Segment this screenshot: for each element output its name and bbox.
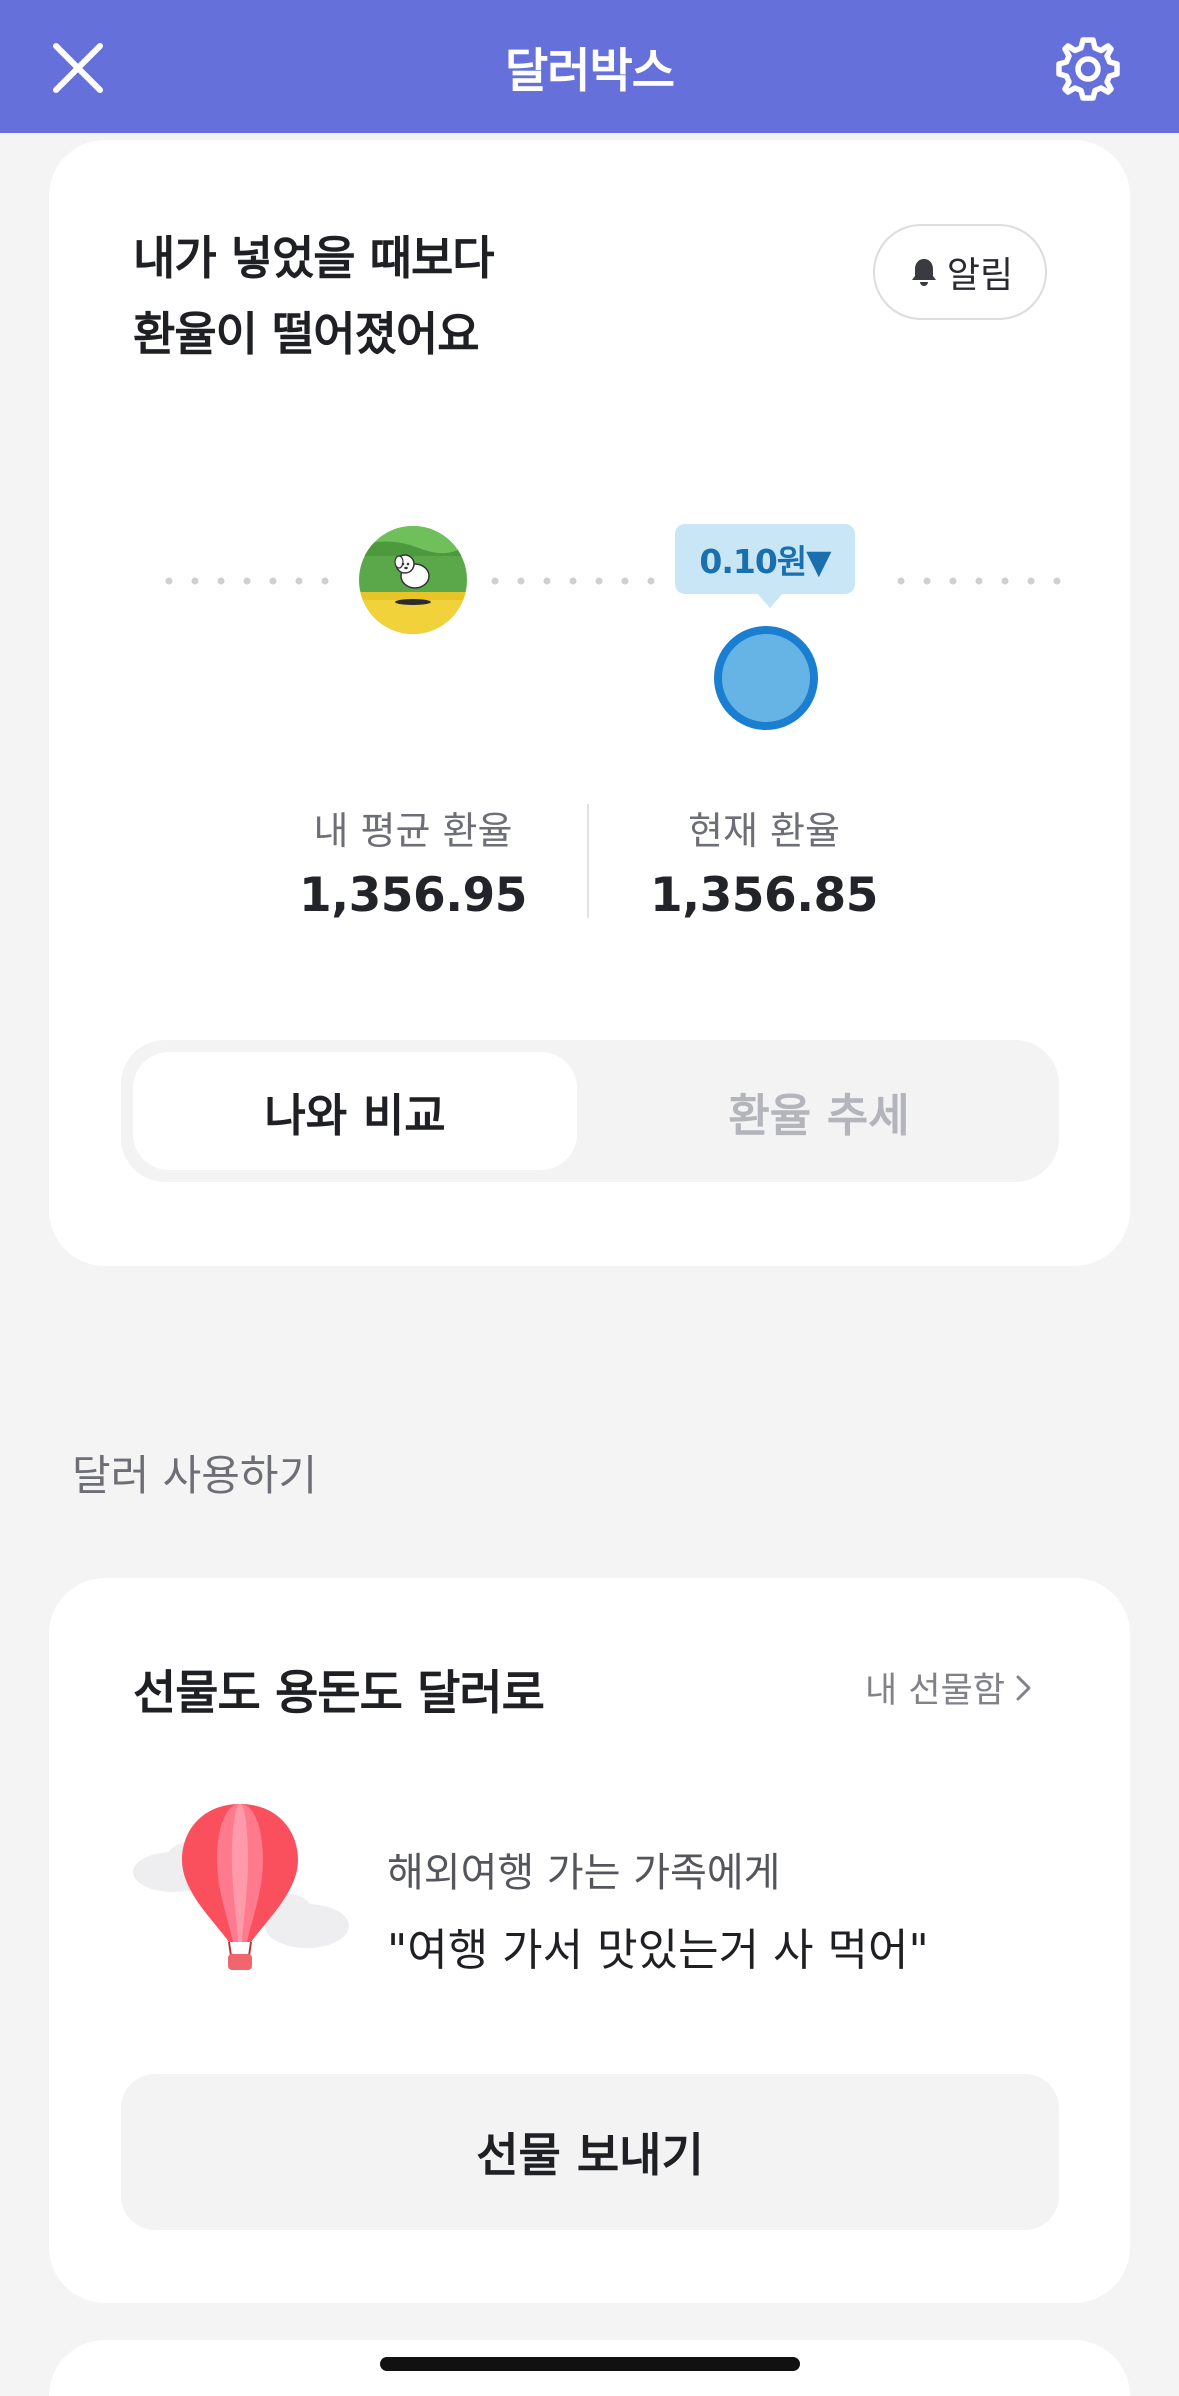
current-rate: 현재 환율 1,356.85 [604, 800, 924, 923]
gift-card: 선물도 용돈도 달러로 내 선물함 해외여행 가는 가족에게 "여행 가서 맛있… [49, 1578, 1130, 2303]
app-header: 달러박스 [0, 0, 1179, 133]
gift-desc-line-2: "여행 가서 맛있는거 사 먹어" [387, 1925, 929, 1976]
gear-icon[interactable] [1053, 34, 1123, 104]
bell-icon [911, 259, 936, 286]
gift-title: 선물도 용돈도 달러로 [133, 1666, 545, 1721]
my-gift-box-link[interactable]: 내 선물함 [865, 1662, 1035, 1713]
timeline-dots [165, 577, 1061, 585]
headline-line-2: 환율이 떨어졌어요 [133, 307, 480, 361]
rate-diff-badge: 0.10원▼ [675, 524, 855, 594]
my-avg-label: 내 평균 환율 [313, 809, 513, 853]
section-title: 달러 사용하기 [72, 1451, 318, 1500]
badge-tail [756, 592, 784, 608]
current-rate-value: 1,356.85 [650, 868, 878, 923]
page-title: 달러박스 [505, 44, 675, 99]
my-avg-value: 1,356.95 [299, 868, 527, 923]
alarm-label: 알림 [946, 255, 1014, 296]
exchange-rate-card: 내가 넣었을 때보다 환율이 떨어졌어요 알림 0.10원▼ 내 평균 환율 1… [49, 140, 1130, 1266]
gift-desc-line-1: 해외여행 가는 가족에게 [387, 1850, 781, 1896]
avatar-dog [359, 526, 467, 634]
headline-line-1: 내가 넣었을 때보다 [133, 231, 495, 285]
close-icon[interactable] [48, 38, 108, 98]
gift-link-label: 내 선물함 [865, 1671, 1005, 1711]
current-rate-label: 현재 환율 [688, 809, 840, 853]
segment-control: 나와 비교 환율 추세 [121, 1040, 1059, 1182]
my-avg-rate: 내 평균 환율 1,356.95 [253, 800, 573, 923]
send-gift-button[interactable]: 선물 보내기 [121, 2074, 1059, 2230]
current-rate-marker [714, 626, 818, 730]
alarm-button[interactable]: 알림 [873, 224, 1047, 320]
home-indicator [380, 2357, 800, 2371]
divider [587, 804, 589, 918]
chevron-right-icon [1016, 1675, 1031, 1700]
tab-trend[interactable]: 환율 추세 [591, 1052, 1047, 1170]
rate-headline: 내가 넣었을 때보다 환율이 떨어졌어요 [133, 220, 693, 372]
tab-compare[interactable]: 나와 비교 [133, 1052, 577, 1170]
balloon-illustration [133, 1804, 349, 1970]
